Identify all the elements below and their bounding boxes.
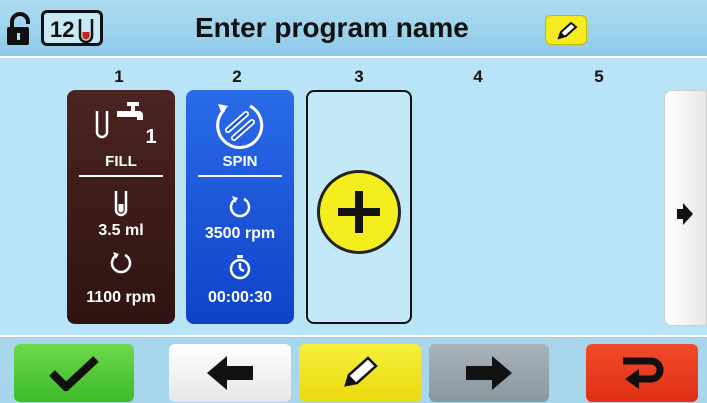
spin-speed: 3500 rpm [204, 225, 276, 242]
arrow-left-icon [207, 356, 253, 390]
bottom-toolbar [0, 335, 707, 403]
faucet-icon [117, 102, 143, 120]
stopwatch-icon [229, 255, 251, 280]
confirm-button[interactable] [14, 344, 134, 402]
fill-speed: 1100 rpm [86, 289, 156, 306]
pencil-icon [557, 21, 578, 40]
arrow-right-icon [677, 203, 693, 225]
checkmark-icon [49, 356, 99, 391]
test-tube-icon [78, 19, 94, 44]
centrifuge-spin-icon [216, 104, 264, 149]
add-step-slot[interactable] [306, 90, 412, 324]
step-number: 3 [354, 67, 364, 86]
step-type-label: FILL [105, 153, 137, 170]
edit-button[interactable] [299, 344, 421, 402]
page-title: Enter program name [195, 12, 469, 43]
tube-count: 12 [50, 17, 75, 42]
fill-volume: 3.5 ml [98, 222, 144, 239]
add-step-button[interactable] [317, 170, 401, 254]
step-number: 2 [232, 67, 242, 86]
forward-button[interactable] [429, 344, 549, 402]
back-button[interactable] [169, 344, 291, 402]
spin-time: 00:00:30 [207, 289, 273, 306]
plus-icon [338, 191, 380, 233]
exit-button[interactable] [586, 344, 698, 402]
edit-name-button[interactable] [545, 15, 587, 45]
step-type-label: SPIN [222, 153, 258, 170]
lock-open-icon[interactable] [5, 12, 35, 46]
step-card-spin[interactable]: SPIN 3500 rpm 00:00:30 [186, 90, 294, 324]
step-card-fill[interactable]: 1 FILL 3.5 ml 1100 rpm [67, 90, 175, 324]
card-divider [198, 175, 282, 177]
scroll-steps-right-button[interactable] [664, 90, 707, 326]
step-number: 5 [594, 67, 604, 86]
rotation-icon [110, 252, 132, 274]
step-number: 1 [114, 67, 124, 86]
program-editor-screen: 12 Enter program name 1 2 3 4 5 1 FILL 3… [0, 0, 707, 403]
pencil-icon [344, 356, 378, 387]
rotation-icon [229, 196, 251, 218]
card-divider [79, 175, 163, 177]
return-arrow-icon [623, 357, 664, 389]
header-bar: 12 Enter program name [0, 0, 707, 58]
step-number: 4 [473, 67, 483, 86]
tube-count-badge: 12 [41, 10, 103, 46]
test-tube-icon [114, 191, 128, 217]
arrow-right-icon [466, 356, 512, 390]
